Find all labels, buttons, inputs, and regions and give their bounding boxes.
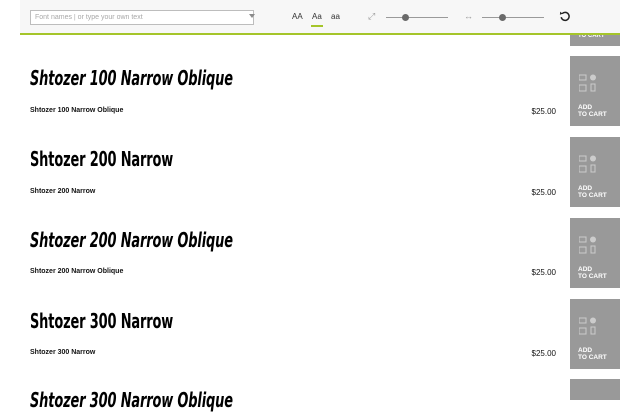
add-to-cart-button[interactable]: ADD TO CART bbox=[570, 56, 620, 126]
case-upper-button[interactable]: AA bbox=[292, 12, 303, 21]
font-name[interactable]: Shtozer 200 Narrow Oblique bbox=[30, 268, 123, 275]
add-to-cart-button-partial[interactable] bbox=[570, 379, 620, 400]
font-price: $25.00 bbox=[531, 349, 556, 358]
font-specimen: Shtozer 300 Narrow bbox=[30, 309, 174, 333]
size-slider-thumb[interactable] bbox=[402, 14, 409, 21]
font-row: Shtozer 300 Narrow Shtozer 300 Narrow $2… bbox=[30, 309, 570, 383]
font-specimen: Shtozer 300 Narrow Oblique bbox=[30, 388, 233, 412]
expand-diagonal-icon: ⤢ bbox=[368, 11, 376, 21]
font-price: $25.00 bbox=[531, 188, 556, 197]
device-icons bbox=[579, 236, 596, 254]
font-name[interactable]: Shtozer 300 Narrow bbox=[30, 349, 95, 356]
font-price: $25.00 bbox=[531, 107, 556, 116]
chevron-down-icon[interactable] bbox=[249, 14, 255, 18]
font-row: Shtozer 200 Narrow Oblique Shtozer 200 N… bbox=[30, 228, 570, 302]
cart-label: ADD TO CART bbox=[578, 266, 607, 280]
add-to-cart-button[interactable]: ADD TO CART bbox=[570, 299, 620, 369]
cart-label: ADD TO CART bbox=[578, 104, 607, 118]
font-specimen: Shtozer 200 Narrow Oblique bbox=[30, 228, 233, 252]
font-name[interactable]: Shtozer 100 Narrow Oblique bbox=[30, 107, 123, 114]
undo-icon[interactable] bbox=[559, 9, 571, 27]
size-slider-track[interactable] bbox=[386, 17, 448, 18]
font-specimen: Shtozer 200 Narrow bbox=[30, 147, 174, 171]
add-to-cart-button[interactable]: ADD TO CART bbox=[570, 137, 620, 207]
case-title-button[interactable]: Aa bbox=[311, 12, 323, 27]
horizontal-arrows-icon: ↔ bbox=[464, 11, 473, 21]
cart-label: ADD TO CART bbox=[578, 185, 607, 199]
spacing-slider-thumb[interactable] bbox=[499, 14, 506, 21]
font-row-partial: Shtozer 300 Narrow Oblique bbox=[30, 388, 570, 412]
font-specimen: Shtozer 100 Narrow Oblique bbox=[30, 66, 233, 90]
device-icons bbox=[579, 74, 596, 92]
spacing-slider-track[interactable] bbox=[482, 17, 544, 18]
add-to-cart-button[interactable]: ADD TO CART bbox=[570, 218, 620, 288]
font-row: Shtozer 100 Narrow Oblique Shtozer 100 N… bbox=[30, 66, 570, 140]
font-search-input[interactable] bbox=[30, 10, 254, 25]
font-name[interactable]: Shtozer 200 Narrow bbox=[30, 188, 95, 195]
font-price: $25.00 bbox=[531, 268, 556, 277]
font-toolbar: AA Aa aa ⤢ ↔ bbox=[20, 0, 620, 35]
device-icons bbox=[579, 155, 596, 173]
case-lower-button[interactable]: aa bbox=[331, 12, 340, 21]
font-row: Shtozer 200 Narrow Shtozer 200 Narrow $2… bbox=[30, 147, 570, 221]
device-icons bbox=[579, 317, 596, 335]
cart-label: ADD TO CART bbox=[578, 347, 607, 361]
